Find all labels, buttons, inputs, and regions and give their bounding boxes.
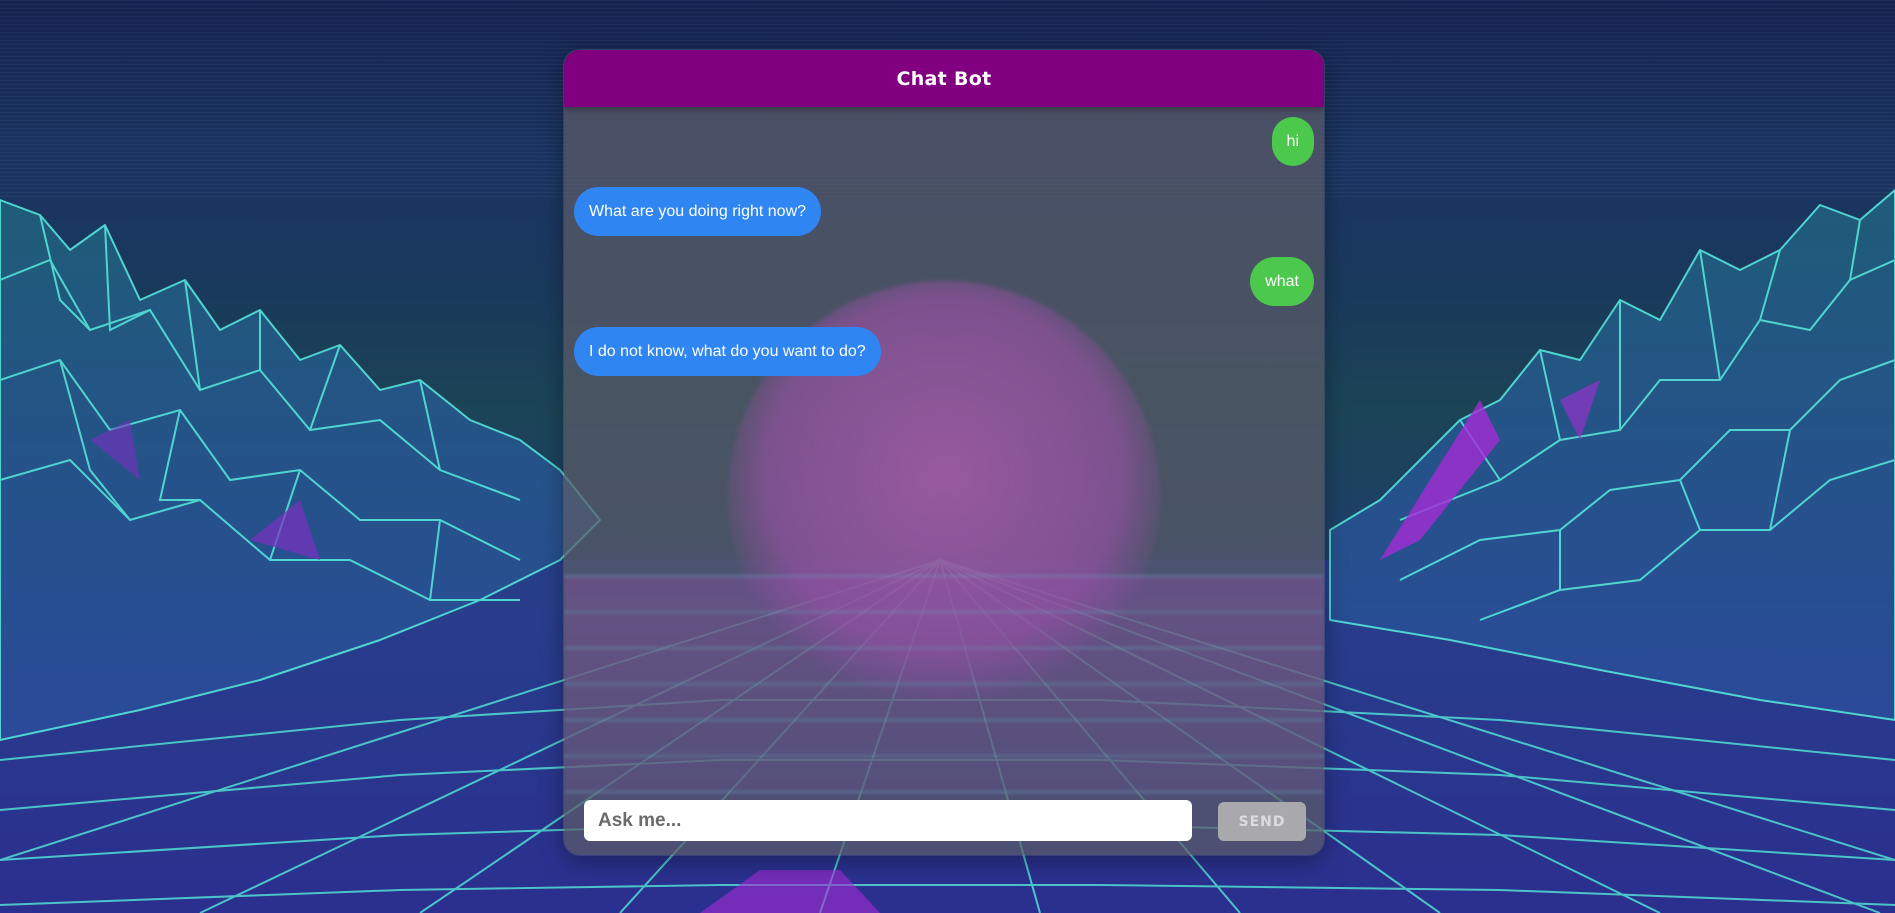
chat-header: Chat Bot (564, 50, 1324, 107)
message-list[interactable]: hi What are you doing right now? what I … (564, 107, 1324, 795)
chat-input-row: SEND (564, 795, 1324, 855)
send-button[interactable]: SEND (1218, 802, 1306, 841)
user-message: what (1250, 257, 1314, 306)
chat-body[interactable]: hi What are you doing right now? what I … (564, 107, 1324, 795)
bot-message: What are you doing right now? (574, 187, 822, 236)
user-message: hi (1271, 117, 1314, 166)
chat-title: Chat Bot (896, 67, 992, 90)
ask-input[interactable] (584, 800, 1192, 841)
chat-window: Chat Bot hi What are you doing right now… (564, 50, 1324, 855)
page: Chat Bot hi What are you doing right now… (0, 0, 1895, 913)
bot-message: I do not know, what do you want to do? (574, 327, 881, 376)
